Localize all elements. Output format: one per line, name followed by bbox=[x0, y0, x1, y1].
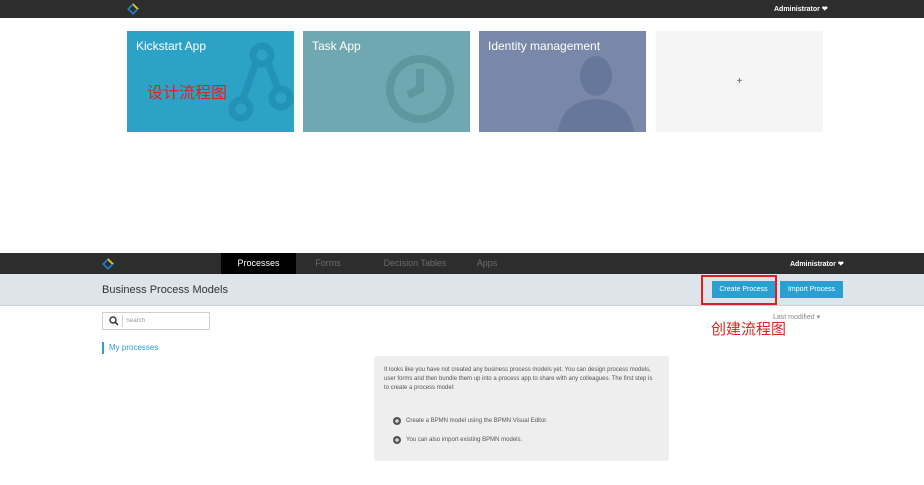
hint-text: Create a BPMN model using the BPMN Visua… bbox=[406, 418, 548, 424]
search-divider bbox=[122, 315, 123, 327]
search-box[interactable] bbox=[102, 312, 210, 330]
plus-icon: + bbox=[736, 76, 743, 87]
tile-title: Kickstart App bbox=[136, 39, 207, 53]
editor-top-bar bbox=[0, 253, 924, 274]
user-menu[interactable]: Administrator ❤ bbox=[774, 5, 828, 13]
hint-create-bpmn: Create a BPMN model using the BPMN Visua… bbox=[393, 417, 548, 425]
tile-title: Task App bbox=[312, 39, 361, 53]
tile-add-app[interactable]: + bbox=[656, 31, 823, 132]
import-process-button[interactable]: Import Process bbox=[780, 281, 843, 298]
hint-text: You can also import existing BPMN models… bbox=[406, 437, 523, 443]
tile-title: Identity management bbox=[488, 39, 601, 53]
tab-apps[interactable]: Apps bbox=[469, 253, 505, 274]
plus-circle-icon bbox=[393, 436, 401, 444]
annotation-design-flow: 设计流程图 bbox=[147, 83, 228, 102]
annotation-create-flow: 创建流程图 bbox=[711, 320, 787, 338]
tab-decision-tables[interactable]: Decision Tables bbox=[370, 253, 460, 274]
tile-kickstart-app[interactable]: Kickstart App 设计流程图 bbox=[127, 31, 294, 132]
highlight-box bbox=[701, 275, 777, 305]
user-menu[interactable]: Administrator ❤ bbox=[790, 260, 844, 268]
tab-forms[interactable]: Forms bbox=[305, 253, 351, 274]
hint-import-bpmn: You can also import existing BPMN models… bbox=[393, 436, 522, 444]
tab-processes[interactable]: Processes bbox=[221, 253, 296, 279]
plus-circle-icon bbox=[393, 417, 401, 425]
logo-icon[interactable] bbox=[102, 258, 114, 270]
logo-icon[interactable] bbox=[127, 3, 139, 15]
page-title: Business Process Models bbox=[102, 284, 228, 296]
tile-identity-management[interactable]: Identity management bbox=[479, 31, 646, 132]
empty-state-message: It looks like you have not created any b… bbox=[384, 367, 653, 391]
tile-task-app[interactable]: Task App bbox=[303, 31, 470, 132]
search-input[interactable] bbox=[126, 314, 208, 328]
search-icon bbox=[109, 316, 119, 326]
filter-my-processes[interactable]: My processes bbox=[102, 342, 158, 354]
empty-state-box: It looks like you have not created any b… bbox=[374, 356, 669, 461]
